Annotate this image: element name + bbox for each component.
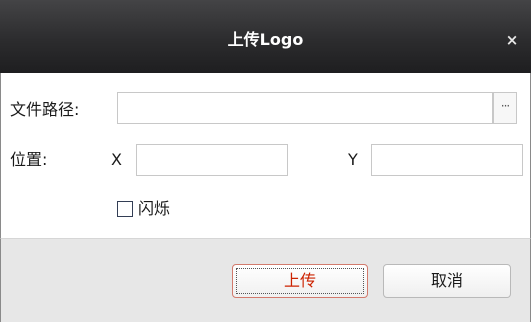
y-input[interactable]: [371, 144, 523, 176]
blink-label: 闪烁: [138, 199, 171, 218]
cancel-button[interactable]: 取消: [383, 264, 511, 298]
cancel-button-label: 取消: [430, 271, 463, 290]
upload-button[interactable]: 上传: [232, 264, 368, 298]
file-path-label: 文件路径:: [10, 100, 80, 119]
upload-logo-dialog: 上传Logo × 文件路径: ··· 位置: X Y 闪烁 上传 取消: [0, 0, 531, 322]
upload-button-label: 上传: [283, 271, 316, 290]
file-path-input[interactable]: [117, 92, 493, 124]
x-input[interactable]: [136, 144, 288, 176]
position-label: 位置:: [10, 150, 48, 169]
browse-button[interactable]: ···: [493, 92, 517, 124]
blink-checkbox[interactable]: [117, 201, 133, 217]
x-label: X: [111, 150, 122, 169]
y-label: Y: [348, 150, 358, 169]
dialog-title-bar: 上传Logo ×: [0, 0, 531, 73]
dialog-title: 上传Logo: [227, 30, 304, 49]
close-icon[interactable]: ×: [503, 30, 521, 50]
